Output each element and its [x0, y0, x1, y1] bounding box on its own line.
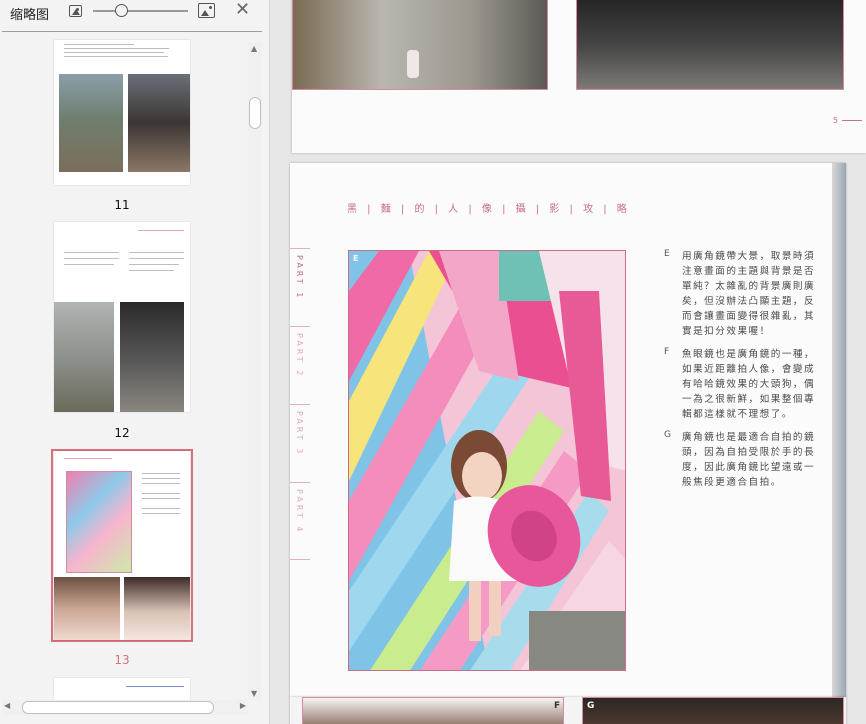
page-photo	[302, 697, 564, 724]
note-text: 廣角鏡也是最適合自拍的鏡頭，因為自拍受限於手的長度，因此廣角鏡比望遠或一般焦段更…	[682, 432, 816, 488]
vertical-scroll-thumb[interactable]	[249, 97, 261, 129]
page-number: 5	[833, 116, 862, 125]
thumbnail-page-13[interactable]	[54, 451, 190, 640]
note-text: 用廣角鏡帶大景，取景時須注意畫面的主題與背景是否單純？太雜亂的背景廣則廣矣，但沒…	[682, 251, 816, 337]
thumbnail-photo	[54, 302, 114, 412]
thumbnail-list: 11 12 13	[0, 32, 248, 700]
thumbnail-photo	[66, 471, 132, 573]
note-letter: F	[664, 347, 670, 357]
note-letter: E	[664, 249, 670, 259]
photo-e: E	[348, 250, 626, 671]
note-e: E 用廣角鏡帶大景，取景時須注意畫面的主題與背景是否單純？太雜亂的背景廣則廣矣，…	[664, 249, 824, 339]
document-viewer[interactable]: 5 黑 | 麵 | 的 | 人 | 像 | 攝 | 影 | 攻 | 略 PART…	[270, 0, 866, 724]
document-page-14: F G	[290, 697, 846, 724]
thumbnail-page-14[interactable]	[54, 678, 190, 700]
zoom-in-icon[interactable]	[198, 3, 215, 18]
thumbnail-photo	[120, 302, 184, 412]
thumbnail-page-11[interactable]	[54, 40, 190, 185]
note-text: 魚眼鏡也是廣角鏡的一種，如果近距離拍人像，會變成有哈哈鏡效果的大頭狗，偶一為之很…	[682, 349, 816, 420]
page-photo	[292, 0, 548, 90]
thumbnail-photo	[59, 74, 123, 172]
note-g: G 廣角鏡也是最適合自拍的鏡頭，因為自拍受限於手的長度，因此廣角鏡比望遠或一般焦…	[664, 430, 824, 490]
part-tab-1: PART 1	[290, 248, 310, 326]
running-head: 黑 | 麵 | 的 | 人 | 像 | 攝 | 影 | 攻 | 略	[347, 204, 631, 215]
close-icon[interactable]: ✕	[235, 0, 250, 20]
photo-label-g: G	[587, 701, 595, 711]
thumbnail-label-13: 13	[114, 653, 130, 667]
zoom-slider-track[interactable]	[93, 10, 188, 12]
horizontal-scroll-thumb[interactable]	[22, 701, 214, 714]
thumbnail-panel-header: 缩略图 ✕	[0, 0, 270, 32]
page-edge-shadow	[832, 163, 846, 698]
thumbnail-vertical-scrollbar[interactable]: ▲ ▼	[248, 42, 262, 700]
colorful-stairs-photo	[349, 251, 625, 670]
thumbnail-page-12[interactable]	[54, 222, 190, 412]
zoom-slider-thumb[interactable]	[115, 4, 128, 17]
caption-notes: E 用廣角鏡帶大景，取景時須注意畫面的主題與背景是否單純？太雜亂的背景廣則廣矣，…	[664, 249, 824, 498]
photo-label: E	[353, 254, 359, 263]
page-photo	[576, 0, 844, 90]
document-page-12: 5	[292, 0, 866, 153]
thumbnail-label-12: 12	[114, 426, 130, 440]
zoom-out-icon[interactable]	[69, 5, 82, 17]
page-photo-detail	[407, 50, 419, 78]
scroll-right-arrow-icon[interactable]: ▶	[240, 701, 246, 710]
note-letter: G	[664, 430, 671, 440]
photo-label-f: F	[554, 701, 561, 711]
thumbnail-photo	[128, 74, 190, 172]
page-photo	[582, 697, 844, 724]
panel-title: 缩略图	[10, 8, 50, 23]
part-tab-2: PART 2	[290, 326, 310, 404]
part-tab-3: PART 3	[290, 404, 310, 482]
thumbnail-photo	[54, 577, 120, 640]
note-f: F 魚眼鏡也是廣角鏡的一種，如果近距離拍人像，會變成有哈哈鏡效果的大頭狗，偶一為…	[664, 347, 824, 422]
thumbnail-photo	[124, 577, 190, 640]
scroll-down-arrow-icon[interactable]: ▼	[251, 689, 257, 698]
scroll-up-arrow-icon[interactable]: ▲	[251, 44, 257, 53]
part-tab-4: PART 4	[290, 482, 310, 560]
thumbnail-horizontal-scrollbar[interactable]: ◀ ▶	[2, 700, 248, 715]
scroll-left-arrow-icon[interactable]: ◀	[4, 701, 10, 710]
document-page-13: 黑 | 麵 | 的 | 人 | 像 | 攝 | 影 | 攻 | 略 PART 1…	[290, 163, 846, 698]
thumbnail-panel: 缩略图 ✕ 11 12 13 ▲ ▼ ◀ ▶	[0, 0, 270, 724]
thumbnail-label-11: 11	[114, 198, 130, 212]
